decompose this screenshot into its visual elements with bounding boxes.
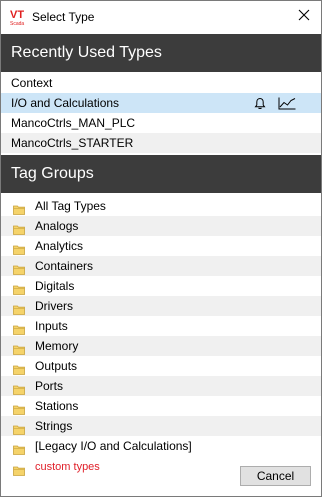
folder-icon xyxy=(13,221,25,235)
tag-groups-list: All Tag Types Analogs Analytics Containe… xyxy=(1,196,321,478)
tag-group-legacy-io[interactable]: [Legacy I/O and Calculations] xyxy=(1,436,321,456)
folder-icon xyxy=(13,401,25,415)
tag-group-strings[interactable]: Strings xyxy=(1,416,321,436)
vtscada-logo-icon: VT Scada xyxy=(9,7,29,27)
close-button[interactable] xyxy=(287,1,321,31)
folder-icon xyxy=(13,241,25,255)
bell-icon[interactable] xyxy=(254,97,266,110)
tag-group-analytics[interactable]: Analytics xyxy=(1,236,321,256)
tag-group-containers[interactable]: Containers xyxy=(1,256,321,276)
folder-icon xyxy=(13,201,25,215)
tag-group-ports[interactable]: Ports xyxy=(1,376,321,396)
tag-group-inputs[interactable]: Inputs xyxy=(1,316,321,336)
folder-icon xyxy=(13,441,25,455)
folder-icon xyxy=(13,301,25,315)
tag-group-digitals[interactable]: Digitals xyxy=(1,276,321,296)
tag-group-memory[interactable]: Memory xyxy=(1,336,321,356)
tag-group-stations[interactable]: Stations xyxy=(1,396,321,416)
folder-icon xyxy=(13,261,25,275)
folder-icon xyxy=(13,321,25,335)
folder-icon xyxy=(13,381,25,395)
recently-used-types-header: Recently Used Types xyxy=(1,34,321,72)
svg-text:VT: VT xyxy=(10,9,24,21)
title-bar: VT Scada Select Type xyxy=(1,1,321,33)
tag-group-drivers[interactable]: Drivers xyxy=(1,296,321,316)
folder-icon xyxy=(13,421,25,435)
list-item[interactable]: I/O and Calculations xyxy=(1,93,321,113)
folder-icon xyxy=(13,341,25,355)
folder-icon xyxy=(13,462,25,476)
close-icon xyxy=(298,9,310,24)
tag-group-outputs[interactable]: Outputs xyxy=(1,356,321,376)
tag-group-all-tag-types[interactable]: All Tag Types xyxy=(1,196,321,216)
trend-chart-icon[interactable] xyxy=(278,97,296,110)
folder-icon xyxy=(13,281,25,295)
window-title: Select Type xyxy=(32,10,95,24)
list-item[interactable]: Context xyxy=(1,73,321,93)
folder-icon xyxy=(13,361,25,375)
list-item[interactable]: MancoCtrls_MAN_PLC xyxy=(1,113,321,133)
list-item[interactable]: MancoCtrls_STARTER xyxy=(1,133,321,153)
tag-groups-header: Tag Groups xyxy=(1,155,321,193)
recently-used-types-list: Context I/O and Calculations MancoCtrls_… xyxy=(1,73,321,153)
select-type-dialog: VT Scada Select Type Recently Used Types… xyxy=(0,0,322,497)
tag-group-analogs[interactable]: Analogs xyxy=(1,216,321,236)
svg-text:Scada: Scada xyxy=(10,21,24,27)
cancel-button[interactable]: Cancel xyxy=(240,466,311,486)
